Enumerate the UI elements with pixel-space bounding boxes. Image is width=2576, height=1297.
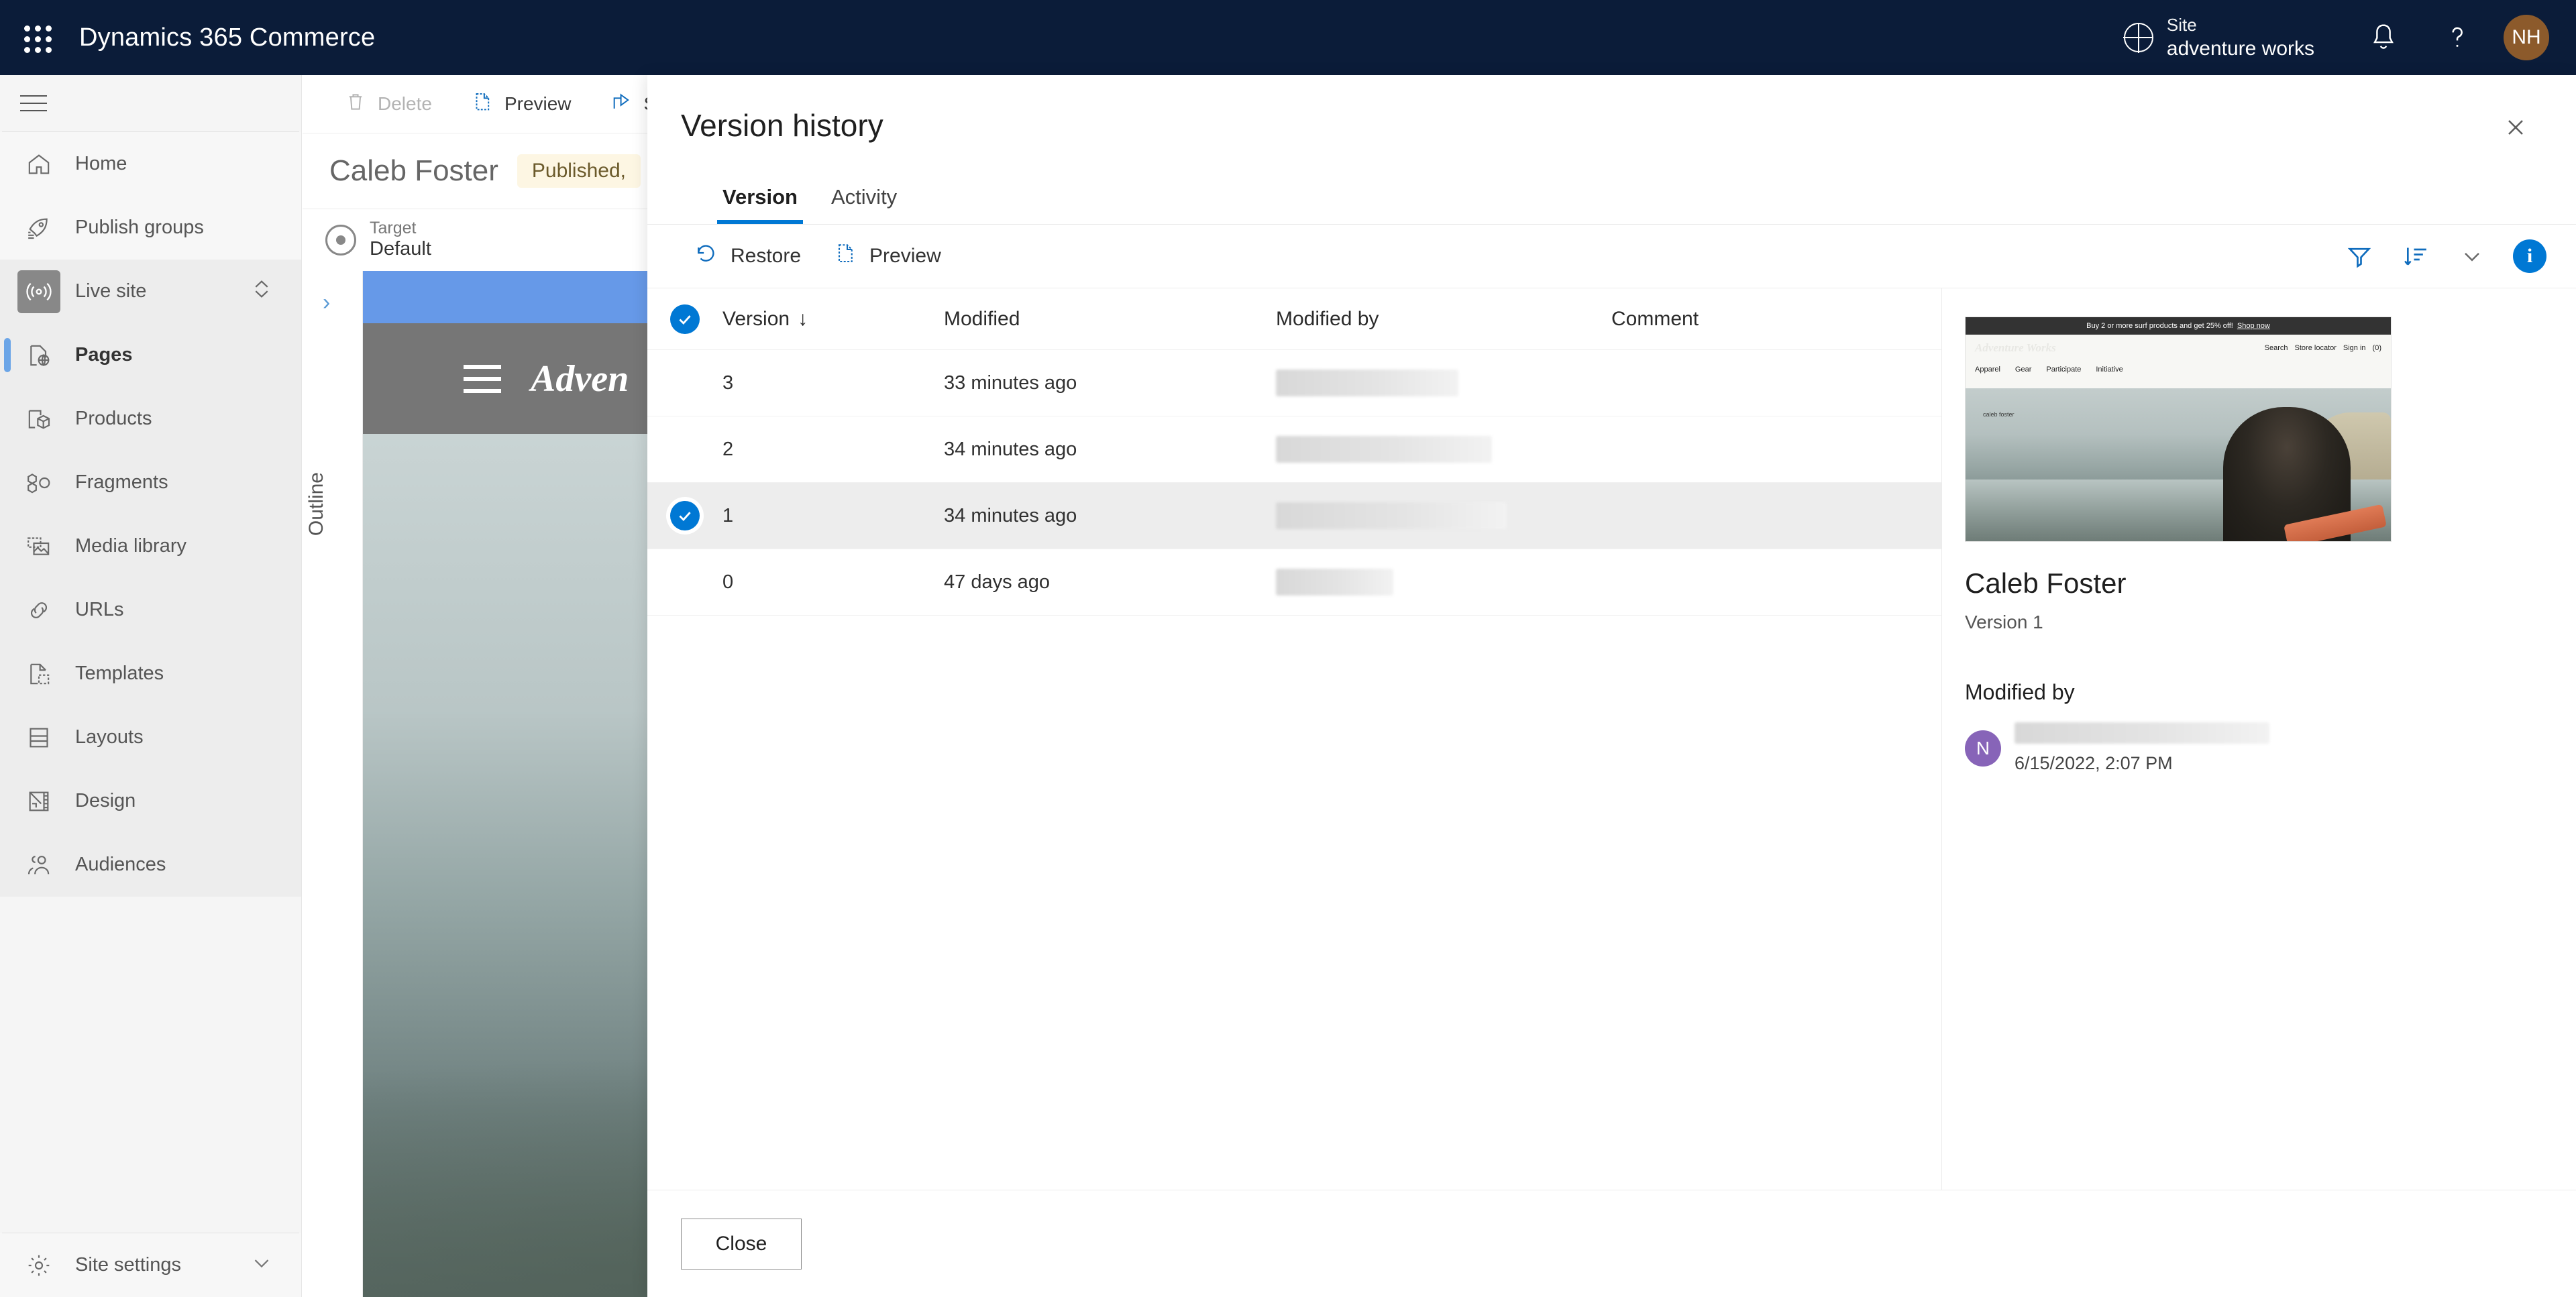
redacted-name — [1276, 436, 1492, 463]
avatar: N — [1965, 730, 2001, 767]
restore-undo-icon — [693, 241, 718, 272]
sort-descending-icon[interactable] — [2391, 233, 2440, 279]
thumbnail-hero-image: caleb foster — [1966, 388, 2391, 541]
question-mark-icon[interactable] — [2420, 0, 2494, 75]
preview-label: Preview — [869, 245, 941, 267]
info-icon[interactable]: i — [2513, 239, 2546, 273]
preview-modified-by-heading: Modified by — [1965, 680, 2075, 704]
column-header-modified[interactable]: Modified — [944, 308, 1276, 331]
close-button[interactable]: Close — [681, 1218, 802, 1270]
row-checkbox[interactable] — [670, 501, 722, 530]
store-locator-label: Store locator — [2294, 344, 2337, 352]
sort-arrow-icon: ↓ — [798, 307, 808, 330]
checkbox-checked-icon — [670, 304, 700, 334]
nav-participate: Participate — [2046, 365, 2082, 374]
dialog-tabs: Version Activity — [712, 180, 2576, 224]
thumbnail-header-row: Adventure Works Search Store locator Sig… — [1975, 341, 2381, 355]
column-header-comment[interactable]: Comment — [1611, 308, 1941, 331]
preview-author: N 6/15/2022, 2:07 PM — [1965, 722, 2576, 774]
page-thumbnail[interactable]: Buy 2 or more surf products and get 25% … — [1965, 317, 2392, 542]
search-label: Search — [2264, 344, 2288, 352]
site-selector-labels: Site adventure works — [2167, 14, 2314, 61]
cart-count: (0) — [2372, 344, 2381, 352]
top-bar-right-cluster: Site adventure works NH — [2123, 0, 2576, 75]
thumbnail-wordmark: Adventure Works — [1975, 341, 2056, 354]
column-header-modified-by[interactable]: Modified by — [1276, 308, 1611, 331]
cell-modified-by — [1276, 502, 1611, 529]
bell-icon[interactable] — [2347, 0, 2420, 75]
dialog-command-bar-right: i — [2334, 233, 2576, 279]
close-icon[interactable] — [2497, 109, 2534, 146]
checkbox-checked-icon — [670, 501, 700, 530]
dialog-title: Version history — [681, 108, 883, 143]
preview-version-label: Version 1 — [1965, 612, 2043, 632]
promo-link: Shop now — [2237, 322, 2270, 330]
version-history-dialog: Version history Version Activity Restore… — [647, 75, 2576, 1297]
cell-version: 2 — [722, 438, 734, 460]
redacted-name — [2015, 722, 2269, 744]
dialog-footer: Close — [647, 1190, 2576, 1297]
dialog-body: Version ↓ Modified Modified by Comment 3 … — [647, 288, 2576, 1190]
site-label: Site — [2166, 15, 2197, 35]
promo-text: Buy 2 or more surf products and get 25% … — [2086, 322, 2233, 330]
thumbnail-main-nav: Apparel Gear Participate Initiative — [1975, 365, 2381, 374]
restore-label: Restore — [731, 245, 802, 267]
dialog-header: Version history Version Activity — [647, 75, 2576, 224]
nav-gear: Gear — [2015, 365, 2032, 374]
select-all-checkbox[interactable] — [670, 304, 722, 334]
preview-page-title: Caleb Foster — [1965, 567, 2127, 599]
preview-timestamp: 6/15/2022, 2:07 PM — [2015, 753, 2173, 773]
tab-activity[interactable]: Activity — [820, 180, 908, 224]
thumbnail-utility-nav: Search Store locator Sign in (0) — [2265, 344, 2381, 352]
sign-in-label: Sign in — [2343, 344, 2366, 352]
version-table: Version ↓ Modified Modified by Comment 3 … — [647, 288, 1942, 1190]
cell-modified: 33 minutes ago — [944, 372, 1077, 394]
cell-modified-by — [1276, 370, 1611, 396]
cell-modified-by — [1276, 436, 1611, 463]
cell-modified: 47 days ago — [944, 571, 1051, 593]
dialog-command-bar: Restore Preview i — [647, 225, 2576, 288]
column-header-version-label: Version — [722, 307, 790, 330]
redacted-name — [1276, 370, 1458, 396]
nav-initiative: Initiative — [2096, 365, 2123, 374]
cell-version: 3 — [722, 372, 734, 394]
table-row[interactable]: 1 34 minutes ago — [647, 483, 1941, 549]
site-selector[interactable]: Site adventure works — [2123, 14, 2314, 61]
cell-modified: 34 minutes ago — [944, 504, 1077, 526]
cell-version: 0 — [722, 571, 734, 593]
column-header-version[interactable]: Version ↓ — [722, 308, 944, 331]
table-row[interactable]: 0 47 days ago — [647, 549, 1941, 616]
redacted-name — [1276, 569, 1393, 596]
version-preview-panel: Buy 2 or more surf products and get 25% … — [1942, 288, 2576, 1190]
app-brand-title: Dynamics 365 Commerce — [79, 23, 376, 52]
thumbnail-promo-bar: Buy 2 or more surf products and get 25% … — [1966, 317, 2391, 335]
thumbnail-site-header: Adventure Works Search Store locator Sig… — [1966, 335, 2391, 388]
table-header-row: Version ↓ Modified Modified by Comment — [647, 288, 1941, 350]
redacted-name — [1276, 502, 1507, 529]
restore-button[interactable]: Restore — [677, 233, 817, 279]
cell-modified-by — [1276, 569, 1611, 596]
table-row[interactable]: 3 33 minutes ago — [647, 350, 1941, 416]
app-launcher-icon[interactable] — [16, 17, 56, 58]
cell-modified: 34 minutes ago — [944, 438, 1077, 460]
tab-version[interactable]: Version — [712, 180, 808, 224]
cell-version: 1 — [722, 504, 734, 526]
top-app-bar: Dynamics 365 Commerce Site adventure wor… — [0, 0, 2576, 75]
site-name: adventure works — [2166, 37, 2314, 60]
nav-apparel: Apparel — [1975, 365, 2000, 374]
hero-caption: caleb foster — [1983, 411, 2015, 418]
chevron-down-icon[interactable] — [2447, 233, 2497, 279]
preview-author-meta: 6/15/2022, 2:07 PM — [2015, 722, 2269, 774]
preview-page-icon — [833, 241, 857, 271]
filter-icon[interactable] — [2334, 233, 2384, 279]
user-avatar[interactable]: NH — [2504, 15, 2549, 60]
globe-icon — [2123, 23, 2153, 52]
table-row[interactable]: 2 34 minutes ago — [647, 416, 1941, 483]
preview-version-button[interactable]: Preview — [817, 233, 957, 279]
